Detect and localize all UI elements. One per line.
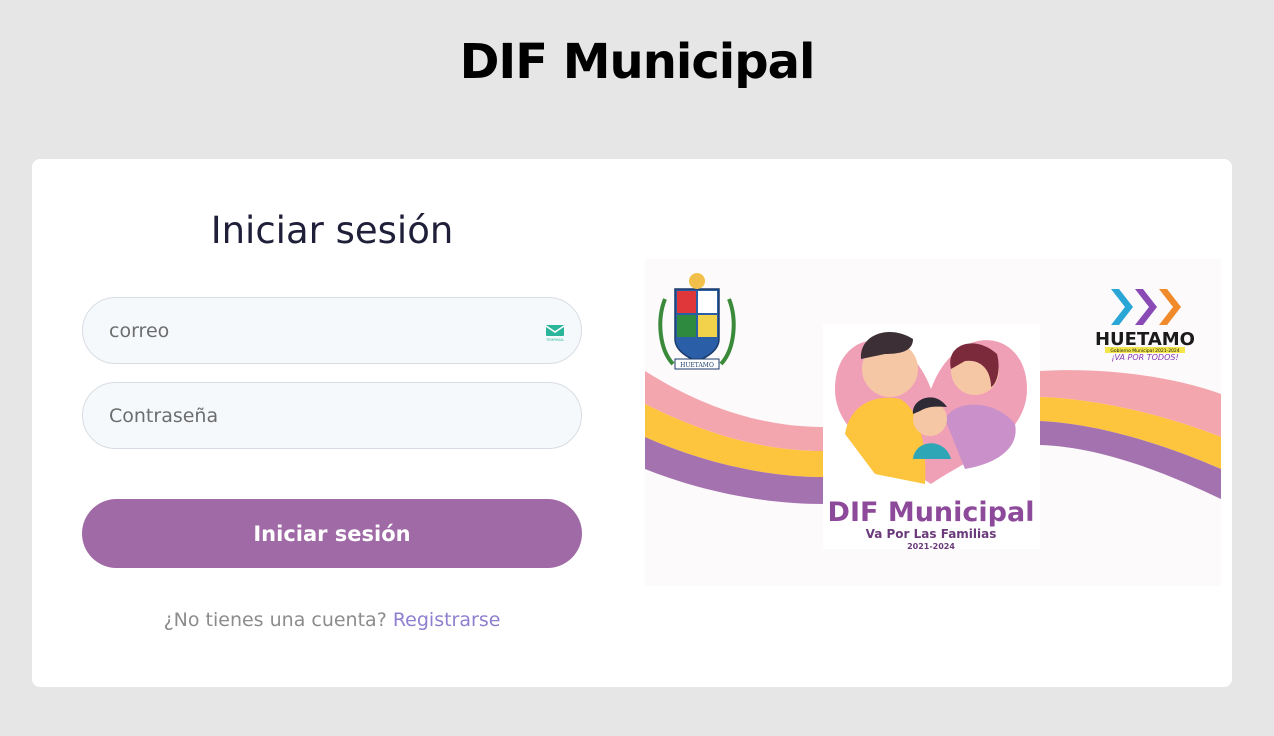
- chevron-arrows-icon: [1111, 289, 1181, 325]
- city-name: HUETAMO: [1095, 329, 1195, 350]
- stripes-right: [1040, 370, 1221, 499]
- email-icon-label: TEMPMAIL: [545, 338, 564, 342]
- login-card: Iniciar sesión TEMPMAIL Iniciar sesión ¿…: [32, 159, 1232, 687]
- envelope-icon: TEMPMAIL: [545, 325, 565, 342]
- banner-years: 2021-2024: [907, 542, 955, 551]
- banner-slogan: Va Por Las Familias: [866, 527, 997, 541]
- login-heading: Iniciar sesión: [210, 209, 454, 252]
- municipal-seal-icon: HUETAMO: [658, 273, 736, 370]
- dif-banner-image: DIF Municipal Va Por Las Familias 2021-2…: [645, 259, 1221, 586]
- email-input[interactable]: [83, 298, 581, 363]
- stripes-left: [645, 371, 823, 504]
- no-account-text: ¿No tienes una cuenta?: [163, 609, 387, 631]
- login-button[interactable]: Iniciar sesión: [82, 499, 582, 568]
- page-title: DIF Municipal: [459, 34, 816, 90]
- email-field-wrapper: TEMPMAIL: [82, 297, 582, 364]
- banner-brand-title: DIF Municipal: [828, 497, 1035, 528]
- register-link[interactable]: Registrarse: [393, 609, 501, 631]
- password-field-wrapper: [82, 382, 582, 449]
- register-prompt: ¿No tienes una cuenta? Registrarse: [82, 609, 582, 631]
- password-input[interactable]: [83, 383, 581, 448]
- seal-label: HUETAMO: [680, 362, 714, 369]
- city-slogan: ¡VA POR TODOS!: [1111, 353, 1178, 362]
